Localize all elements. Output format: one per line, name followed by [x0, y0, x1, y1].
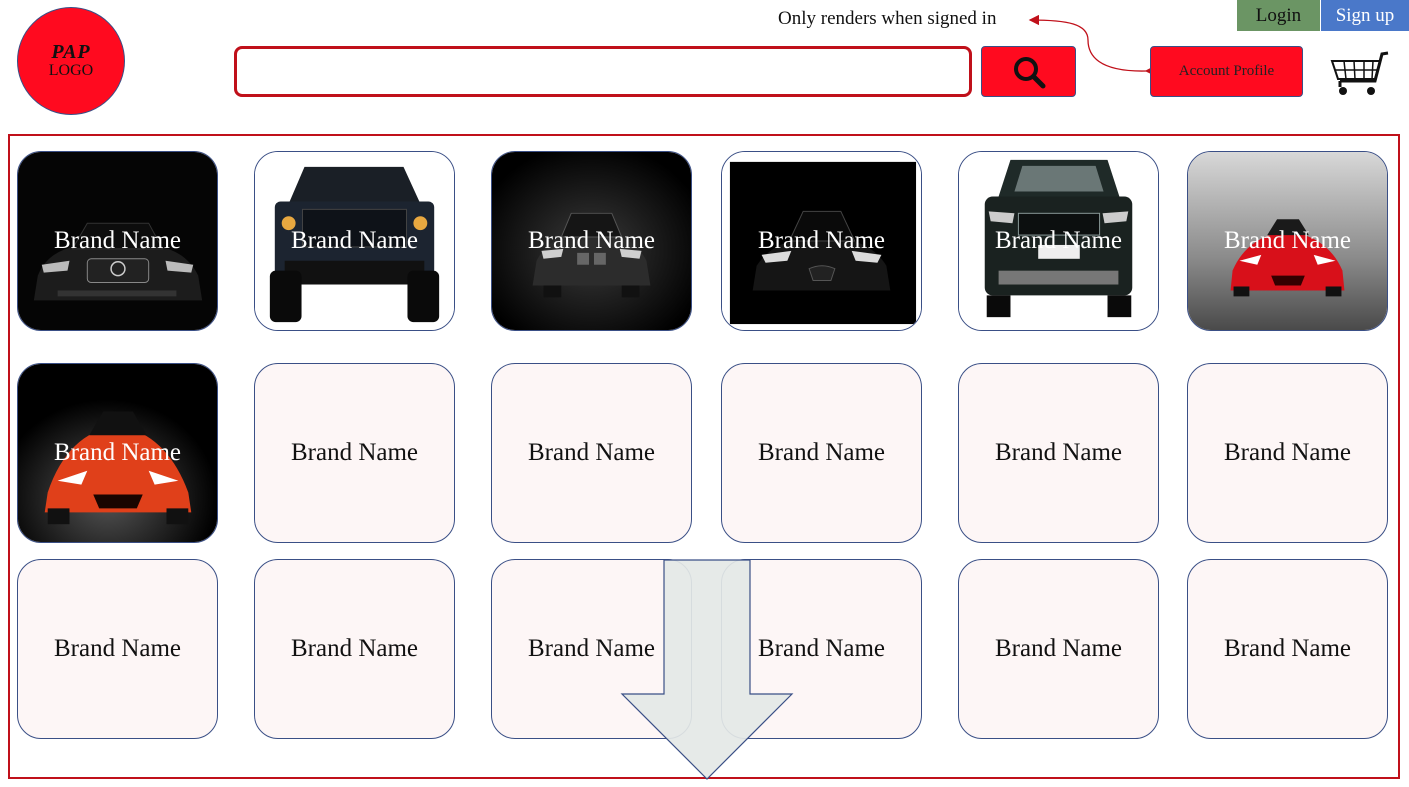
brand-card[interactable]: Brand Name: [1187, 151, 1388, 331]
brand-card[interactable]: Brand Name: [491, 151, 692, 331]
login-button[interactable]: Login: [1237, 0, 1320, 31]
brand-card[interactable]: Brand Name: [721, 559, 922, 739]
brand-name-label: Brand Name: [1223, 227, 1352, 254]
logo[interactable]: PAP LOGO: [17, 7, 125, 115]
logo-mark: PAP: [51, 41, 91, 63]
brand-card[interactable]: Brand Name: [254, 151, 455, 331]
search-button[interactable]: [981, 46, 1076, 97]
logo-text: LOGO: [48, 62, 94, 79]
brand-card[interactable]: Brand Name: [17, 151, 218, 331]
brand-card[interactable]: Brand Name: [721, 151, 922, 331]
brand-name-label: Brand Name: [1223, 635, 1352, 662]
brand-card[interactable]: Brand Name: [1187, 559, 1388, 739]
search-input[interactable]: [234, 46, 972, 97]
brand-name-label: Brand Name: [994, 439, 1123, 466]
brand-card[interactable]: Brand Name: [1187, 363, 1388, 543]
brand-card[interactable]: Brand Name: [958, 559, 1159, 739]
brand-card[interactable]: Brand Name: [254, 559, 455, 739]
brand-name-label: Brand Name: [53, 635, 182, 662]
brand-card[interactable]: Brand Name: [17, 559, 218, 739]
signup-button[interactable]: Sign up: [1321, 0, 1409, 31]
account-profile-button[interactable]: Account Profile: [1150, 46, 1303, 97]
shopping-cart-icon[interactable]: [1330, 51, 1390, 97]
brand-card[interactable]: Brand Name: [17, 363, 218, 543]
brand-name-label: Brand Name: [757, 635, 886, 662]
brand-name-label: Brand Name: [290, 439, 419, 466]
brand-name-label: Brand Name: [1223, 439, 1352, 466]
brand-name-label: Brand Name: [994, 227, 1123, 254]
brand-name-label: Brand Name: [757, 227, 886, 254]
brand-name-label: Brand Name: [527, 227, 656, 254]
brand-card[interactable]: Brand Name: [491, 363, 692, 543]
brand-card[interactable]: Brand Name: [958, 151, 1159, 331]
brand-name-label: Brand Name: [527, 439, 656, 466]
signed-in-note: Only renders when signed in: [778, 8, 997, 29]
brand-card[interactable]: Brand Name: [254, 363, 455, 543]
search-icon: [1013, 56, 1045, 88]
brand-name-label: Brand Name: [757, 439, 886, 466]
brand-name-label: Brand Name: [994, 635, 1123, 662]
brand-card[interactable]: Brand Name: [721, 363, 922, 543]
brand-name-label: Brand Name: [527, 635, 656, 662]
brand-name-label: Brand Name: [53, 227, 182, 254]
brand-card[interactable]: Brand Name: [491, 559, 692, 739]
brand-card[interactable]: Brand Name: [958, 363, 1159, 543]
brand-name-label: Brand Name: [290, 635, 419, 662]
brand-name-label: Brand Name: [290, 227, 419, 254]
brand-name-label: Brand Name: [53, 439, 182, 466]
